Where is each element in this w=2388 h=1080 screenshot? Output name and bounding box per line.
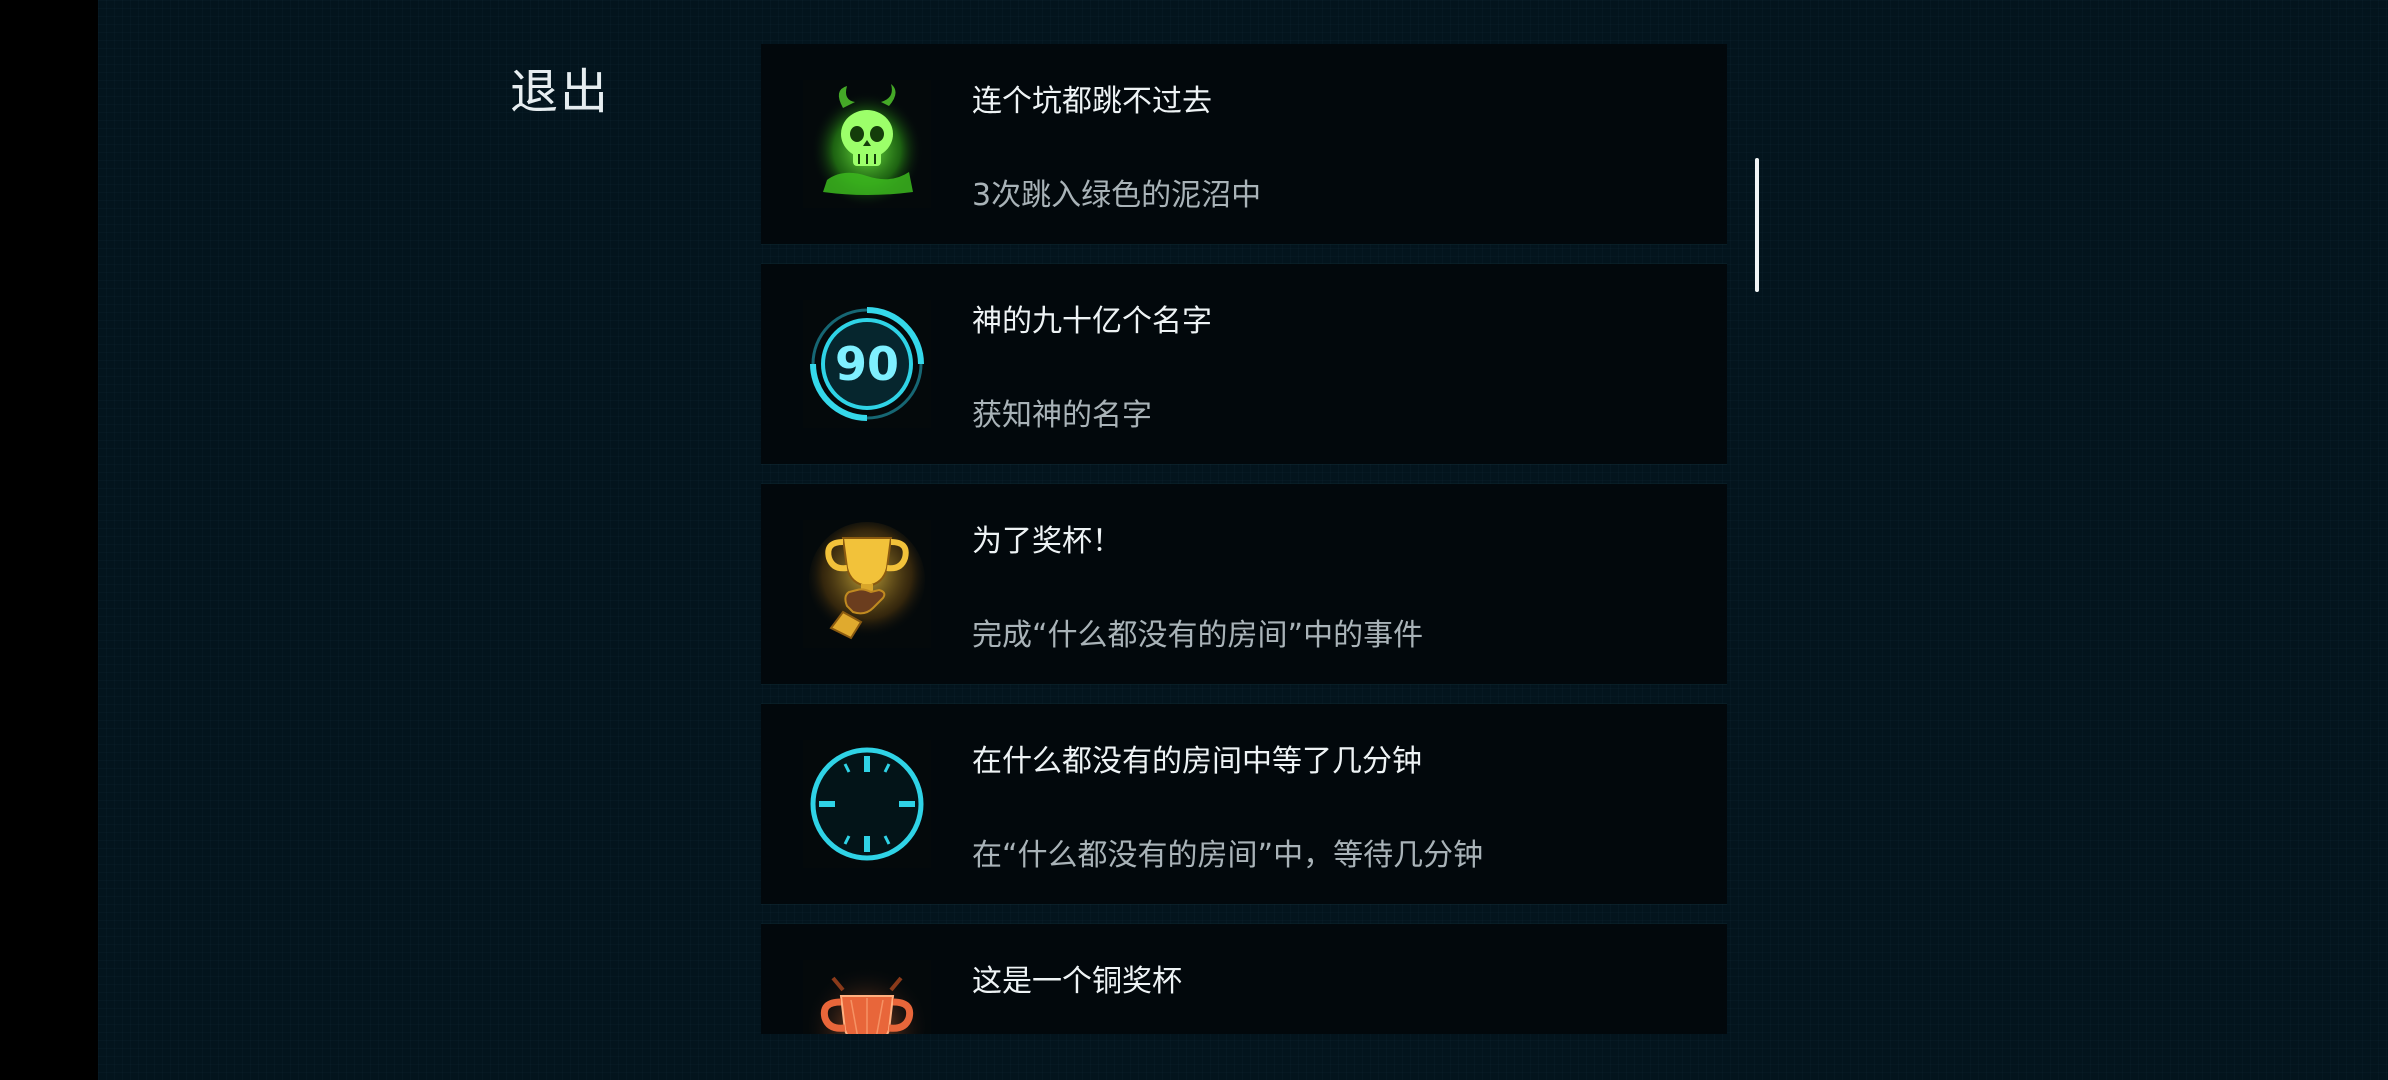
clock-icon — [803, 740, 931, 868]
golden-trophy-hand-icon — [803, 520, 931, 648]
achievement-card[interactable]: 这是一个铜奖杯 — [761, 924, 1727, 1034]
scrollbar[interactable] — [1755, 158, 1759, 292]
svg-text:90: 90 — [835, 337, 899, 391]
achievement-card[interactable]: 为了奖杯！ 完成“什么都没有的房间”中的事件 — [761, 484, 1727, 684]
achievement-description: 在“什么都没有的房间”中，等待几分钟 — [972, 838, 1484, 873]
achievement-title: 神的九十亿个名字 — [972, 304, 1212, 339]
achievement-title: 连个坑都跳不过去 — [972, 84, 1212, 119]
ninety-badge-icon: 90 — [803, 300, 931, 428]
achievement-card[interactable]: 90 神的九十亿个名字 获知神的名字 — [761, 264, 1727, 464]
achievement-description: 获知神的名字 — [972, 398, 1152, 433]
achievement-list[interactable]: 连个坑都跳不过去 3次跳入绿色的泥沼中 90 神的九十亿个名字 获知神的名字 为… — [761, 44, 1727, 1034]
achievement-card[interactable]: 在什么都没有的房间中等了几分钟 在“什么都没有的房间”中，等待几分钟 — [761, 704, 1727, 904]
bronze-trophy-icon — [803, 960, 931, 1034]
achievement-title: 在什么都没有的房间中等了几分钟 — [972, 744, 1422, 779]
achievement-card[interactable]: 连个坑都跳不过去 3次跳入绿色的泥沼中 — [761, 44, 1727, 244]
achievements-screen: 退出 连个坑都跳不过去 3次跳入绿色的泥沼中 90 神的九十亿个名字 获知神的名… — [98, 0, 2388, 1080]
achievement-title: 这是一个铜奖杯 — [972, 964, 1182, 999]
exit-button[interactable]: 退出 — [510, 52, 610, 122]
left-black-bar — [0, 0, 98, 1080]
achievement-description: 完成“什么都没有的房间”中的事件 — [972, 618, 1424, 653]
achievement-description: 3次跳入绿色的泥沼中 — [972, 178, 1262, 213]
achievement-title: 为了奖杯！ — [972, 524, 1122, 559]
green-skull-icon — [803, 80, 931, 208]
